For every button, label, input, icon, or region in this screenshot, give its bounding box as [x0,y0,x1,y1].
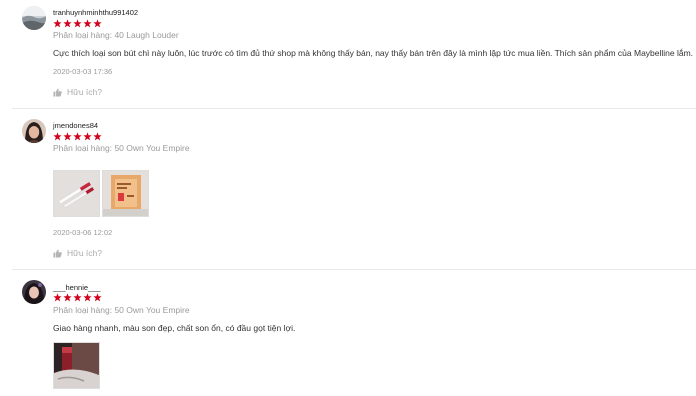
star-icon [73,293,82,302]
helpful-button[interactable]: Hữu ích? [53,248,102,258]
review-comment: Cực thích loại son bút chì này luôn, lúc… [53,48,694,58]
username[interactable]: ___hennie___ [53,283,101,292]
thumbs-up-icon [53,88,62,97]
helpful-label: Hữu ích? [67,248,102,258]
review-timestamp: 2020-03-03 17:36 [53,67,113,76]
review-comment: Giao hàng nhanh, màu son đẹp, chất son ổ… [53,323,296,333]
rating-stars [53,132,102,142]
star-icon [93,132,102,141]
review-timestamp: 2020-03-06 12:02 [53,228,113,237]
star-icon [63,293,72,302]
star-icon [53,132,62,141]
product-variant: Phân loại hàng: 50 Own You Empire [53,305,190,315]
avatar[interactable] [22,6,46,30]
star-icon [63,19,72,28]
review-item: tranhuynhminhthu991402 Phân loại hàng: 4… [0,0,696,108]
star-icon [83,132,92,141]
star-icon [53,19,62,28]
star-icon [83,19,92,28]
review-item: jmendones84 Phân loại hàng: 50 Own You E… [0,109,696,269]
helpful-label: Hữu ích? [67,87,102,97]
product-variant: Phân loại hàng: 40 Laugh Louder [53,30,179,40]
rating-stars [53,19,102,29]
avatar[interactable] [22,280,46,304]
star-icon [73,132,82,141]
thumbs-up-icon [53,249,62,258]
rating-stars [53,293,102,303]
star-icon [93,19,102,28]
star-icon [53,293,62,302]
avatar[interactable] [22,119,46,143]
star-icon [83,293,92,302]
review-item: ___hennie___ Phân loại hàng: 50 Own You … [0,270,696,396]
star-icon [63,132,72,141]
review-photo[interactable] [53,342,100,389]
star-icon [73,19,82,28]
product-variant: Phân loại hàng: 50 Own You Empire [53,143,190,153]
helpful-button[interactable]: Hữu ích? [53,87,102,97]
review-photo[interactable] [53,170,100,217]
review-photo[interactable] [102,170,149,217]
star-icon [93,293,102,302]
username[interactable]: jmendones84 [53,121,98,130]
username[interactable]: tranhuynhminhthu991402 [53,8,138,17]
